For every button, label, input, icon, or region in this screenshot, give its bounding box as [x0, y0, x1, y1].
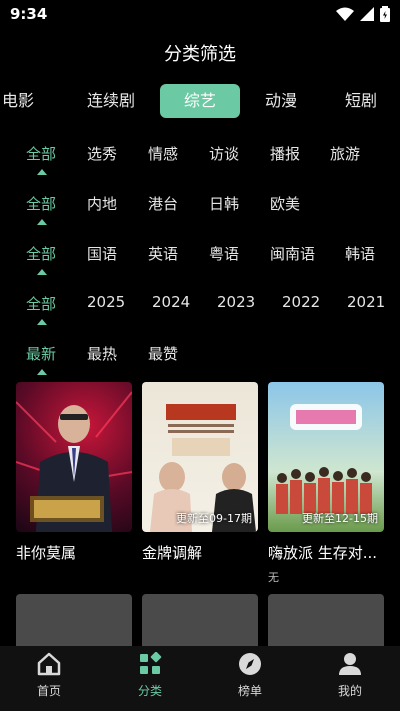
selected-caret-icon [37, 319, 47, 325]
nav-category[interactable]: 分类 [110, 651, 190, 699]
nav-category-label: 分类 [137, 684, 162, 698]
home-icon [37, 652, 61, 676]
update-badge: 更新至12-15期 [302, 512, 378, 525]
type-tabs: 电影 连续剧 综艺 动漫 短剧 [0, 84, 400, 120]
sort-hottest[interactable]: 最热 [87, 343, 117, 364]
tab-anime[interactable]: 动漫 [256, 84, 306, 118]
category-icon [140, 651, 162, 674]
filter-year-all[interactable]: 全部 [26, 293, 56, 314]
filter-year-2024[interactable]: 2024 [152, 293, 190, 311]
show-title: 嗨放派 生存对... [268, 544, 378, 562]
compass-icon [239, 653, 261, 675]
show-poster: 更新至12-15期 [268, 382, 384, 532]
filter-year-2023[interactable]: 2023 [217, 293, 255, 311]
page-title: 分类筛选 [164, 44, 236, 65]
show-title: 金牌调解 [142, 544, 203, 562]
filter-genre-talent[interactable]: 选秀 [87, 143, 117, 164]
filter-year-2022[interactable]: 2022 [282, 293, 320, 311]
nav-mine[interactable]: 我的 [310, 652, 390, 699]
filter-genre-all[interactable]: 全部 [26, 143, 56, 164]
filter-row-language: 全部 国语 英语 粤语 闽南语 韩语 [0, 243, 400, 275]
sort-most-liked[interactable]: 最赞 [148, 343, 178, 364]
selected-caret-icon [37, 369, 47, 375]
show-card[interactable]: 非你莫属 [16, 382, 132, 563]
filter-year-2025[interactable]: 2025 [87, 293, 125, 311]
bottom-nav: 首页 分类 榜单 我的 [0, 646, 400, 711]
nav-ranking-label: 榜单 [237, 684, 262, 698]
nav-ranking[interactable]: 榜单 [210, 652, 290, 699]
filter-region-hk-tw[interactable]: 港台 [148, 193, 178, 214]
filter-region-mainland[interactable]: 内地 [87, 193, 117, 214]
filter-row-region: 全部 内地 港台 日韩 欧美 [0, 193, 400, 225]
nav-mine-label: 我的 [337, 684, 362, 698]
filter-genre-emotion[interactable]: 情感 [148, 143, 178, 164]
filter-region-west[interactable]: 欧美 [270, 193, 300, 214]
nav-home[interactable]: 首页 [9, 652, 89, 699]
show-card[interactable]: 更新至12-15期 嗨放派 生存对... 无 [268, 382, 384, 585]
filter-lang-korean[interactable]: 韩语 [345, 243, 375, 264]
selected-caret-icon [37, 269, 47, 275]
filter-lang-mandarin[interactable]: 国语 [87, 243, 117, 264]
show-subtitle: 无 [268, 571, 279, 584]
filter-year-2021[interactable]: 2021 [347, 293, 385, 311]
status-bar: 9:34 [0, 0, 400, 28]
poster-placeholder[interactable] [268, 594, 384, 654]
filter-lang-cantonese[interactable]: 粤语 [209, 243, 239, 264]
user-icon [339, 653, 361, 675]
filter-row-genre: 全部 选秀 情感 访谈 播报 旅游 [0, 143, 400, 175]
host-illustration [16, 391, 132, 532]
wifi-icon [336, 7, 354, 21]
filter-genre-interview[interactable]: 访谈 [209, 143, 239, 164]
poster-placeholder[interactable] [16, 594, 132, 654]
signal-icon [360, 7, 374, 21]
filter-genre-broadcast[interactable]: 播报 [270, 143, 300, 164]
sort-latest[interactable]: 最新 [26, 343, 56, 364]
status-icons [336, 6, 390, 22]
filter-lang-hokkien[interactable]: 闽南语 [270, 243, 315, 264]
nav-home-label: 首页 [36, 684, 61, 698]
selected-caret-icon [37, 219, 47, 225]
show-title: 非你莫属 [16, 544, 77, 562]
tab-movie[interactable]: 电影 [2, 84, 42, 118]
selected-caret-icon [37, 169, 47, 175]
tab-series[interactable]: 连续剧 [80, 84, 142, 118]
update-badge: 更新至09-17期 [176, 512, 252, 525]
status-time: 9:34 [10, 5, 48, 23]
filter-lang-english[interactable]: 英语 [148, 243, 178, 264]
filter-genre-travel[interactable]: 旅游 [330, 143, 360, 164]
tab-variety[interactable]: 综艺 [160, 84, 240, 118]
tab-short-drama[interactable]: 短剧 [336, 84, 386, 118]
filter-row-sort: 最新 最热 最赞 [0, 343, 400, 375]
show-poster [16, 382, 132, 532]
filter-row-year: 全部 2025 2024 2023 2022 2021 [0, 293, 400, 325]
show-poster: 更新至09-17期 [142, 382, 258, 532]
poster-placeholder[interactable] [142, 594, 258, 654]
filter-region-all[interactable]: 全部 [26, 193, 56, 214]
filter-lang-all[interactable]: 全部 [26, 243, 56, 264]
filter-region-jp-kr[interactable]: 日韩 [209, 193, 239, 214]
show-card[interactable]: 更新至09-17期 金牌调解 [142, 382, 258, 563]
battery-icon [380, 6, 390, 22]
